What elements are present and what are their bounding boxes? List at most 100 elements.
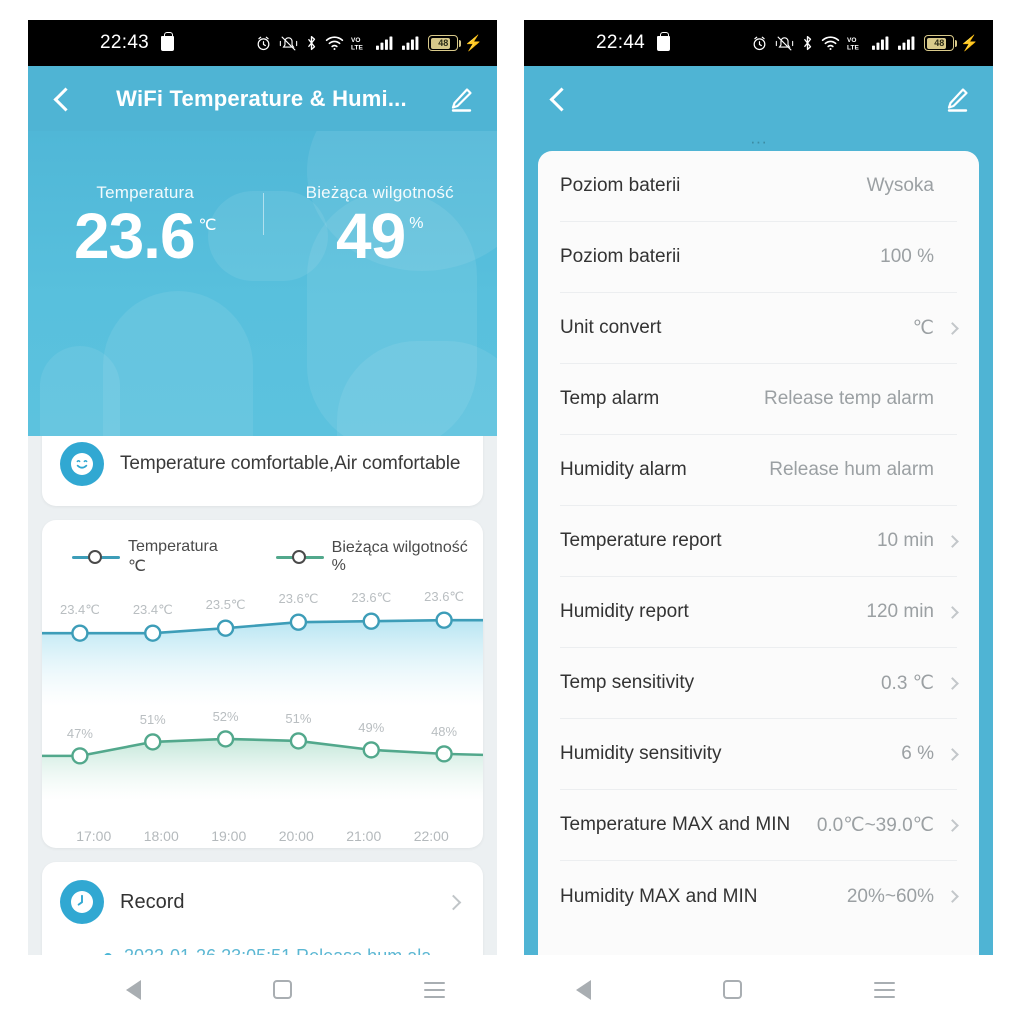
- setting-row-temperature-max-min[interactable]: Temperature MAX and MIN 0.0℃~39.0℃: [560, 790, 959, 861]
- battery-level-label: 48: [438, 37, 449, 48]
- chevron-right-icon[interactable]: [946, 605, 959, 619]
- battery-icon: 48: [428, 35, 462, 51]
- chevron-right-icon[interactable]: [946, 534, 959, 548]
- hero-readings-panel: Temperatura 23.6 ℃ Bieżąca wilgotność 49…: [28, 131, 497, 436]
- clock-icon: [60, 880, 104, 924]
- nav-menu-icon[interactable]: [423, 981, 445, 998]
- settings-scroll-body[interactable]: ··· Poziom baterii Wysoka Poziom baterii…: [524, 131, 993, 955]
- page-title: WiFi Temperature & Humi...: [116, 85, 407, 111]
- setting-row-humidity-report[interactable]: Humidity report 120 min: [560, 577, 959, 648]
- setting-row-humidity-alarm[interactable]: Humidity alarm Release hum alarm: [560, 435, 957, 506]
- x-tick-0: 17:00: [76, 828, 112, 844]
- setting-row-temp-sensitivity[interactable]: Temp sensitivity 0.3 ℃: [560, 648, 959, 719]
- setting-row-battery-state[interactable]: Poziom baterii Wysoka: [560, 151, 957, 222]
- readings-row: Temperatura 23.6 ℃ Bieżąca wilgotność 49…: [28, 131, 497, 436]
- left-phone-screen: 22:43 VO LTE 48 ⚡ WiFi Temperature & Hum…: [28, 20, 497, 955]
- chart-label-temp-4: 23.6℃: [351, 590, 391, 605]
- status-bar-icons: VO LTE 48 ⚡: [751, 34, 979, 52]
- list-item[interactable]: 2022-01-26 23:05:51 Release hum ala...: [60, 946, 465, 955]
- bag-icon: [161, 31, 175, 51]
- setting-row-battery-percent[interactable]: Poziom baterii 100 %: [560, 222, 957, 293]
- bluetooth-icon: [308, 35, 316, 51]
- right-phone-screen: 22:44 VO LTE 48 ⚡ ··· Poziom baterii Wys…: [524, 20, 993, 955]
- chevron-right-icon[interactable]: [946, 676, 959, 690]
- humidity-reading: Bieżąca wilgotność 49 %: [263, 183, 498, 268]
- smiley-face-icon: [60, 442, 104, 486]
- chart-label-temp-5: 23.6℃: [424, 589, 464, 604]
- vibrate-mute-icon: [776, 36, 794, 50]
- status-bar-clock: 22:43: [100, 32, 150, 53]
- chevron-left-icon[interactable]: [546, 86, 572, 112]
- setting-value: Wysoka: [866, 175, 934, 196]
- line-chart-plot: 23.4℃ 23.4℃ 23.5℃ 23.6℃ 23.6℃ 23.6℃ 47% …: [42, 589, 483, 801]
- setting-label: Temperature MAX and MIN: [560, 814, 791, 835]
- setting-label: Humidity alarm: [560, 459, 687, 480]
- app-header-right: [524, 66, 993, 131]
- chevron-right-icon[interactable]: [445, 894, 462, 910]
- svg-text:LTE: LTE: [847, 45, 859, 51]
- nav-back-icon[interactable]: [125, 979, 141, 1000]
- setting-value: 0.0℃~39.0℃: [816, 814, 934, 836]
- setting-row-temperature-report[interactable]: Temperature report 10 min: [560, 506, 959, 577]
- left-scroll-body[interactable]: Temperature comfortable,Air comfortable …: [28, 436, 497, 955]
- record-card[interactable]: Record 2022-01-26 23:05:51 Release hum a…: [42, 862, 483, 955]
- setting-value: ℃: [912, 317, 934, 339]
- x-tick-2: 19:00: [211, 828, 247, 844]
- record-entry-text: 2022-01-26 23:05:51 Release hum ala...: [124, 946, 446, 955]
- x-tick-4: 21:00: [346, 828, 382, 844]
- chart-label-hum-0: 47%: [67, 726, 93, 741]
- humidity-value: 49: [336, 200, 406, 272]
- status-bar-icons: VO LTE 48 ⚡: [255, 34, 483, 52]
- setting-row-temp-alarm[interactable]: Temp alarm Release temp alarm: [560, 364, 957, 435]
- charging-bolt-icon: ⚡: [960, 34, 979, 52]
- x-tick-5: 22:00: [413, 828, 449, 844]
- nav-group-left: [60, 979, 511, 1000]
- signal-2-icon: [898, 36, 915, 50]
- legend-label-temperature: Temperatura ℃: [127, 538, 218, 575]
- chart-label-temp-3: 23.6℃: [279, 591, 319, 606]
- chart-label-temp-2: 23.5℃: [206, 597, 246, 612]
- setting-label: Temperature report: [560, 530, 722, 551]
- nav-home-icon[interactable]: [272, 980, 292, 999]
- setting-row-humidity-max-min[interactable]: Humidity MAX and MIN 20%~60%: [560, 861, 959, 932]
- nav-group-right: [511, 979, 962, 1000]
- humidity-unit: %: [409, 215, 424, 232]
- setting-row-unit-convert[interactable]: Unit convert ℃: [560, 293, 959, 364]
- setting-label: Temp alarm: [560, 388, 660, 409]
- charging-bolt-icon: ⚡: [464, 34, 483, 52]
- bag-icon: [657, 31, 671, 51]
- setting-value: 100 %: [880, 246, 934, 267]
- nav-home-icon[interactable]: [723, 980, 743, 999]
- nav-menu-icon[interactable]: [874, 981, 896, 998]
- setting-row-humidity-sensitivity[interactable]: Humidity sensitivity 6 %: [560, 719, 959, 790]
- chevron-right-icon[interactable]: [946, 818, 959, 832]
- setting-label: Poziom baterii: [560, 175, 681, 196]
- chart-label-hum-3: 51%: [285, 711, 311, 726]
- chevron-right-icon[interactable]: [946, 321, 959, 335]
- chevron-left-icon[interactable]: [50, 86, 76, 112]
- comfort-status-text: Temperature comfortable,Air comfortable: [120, 453, 461, 474]
- legend-line-marker-icon: [275, 550, 324, 564]
- temperature-value: 23.6: [73, 200, 196, 272]
- setting-value: 120 min: [866, 601, 934, 622]
- nav-back-icon[interactable]: [576, 979, 592, 1000]
- chart-label-hum-1: 51%: [140, 712, 166, 727]
- setting-value: 10 min: [876, 530, 934, 551]
- chevron-right-icon[interactable]: [946, 890, 959, 903]
- screenshot-root: 22:43 VO LTE 48 ⚡ WiFi Temperature & Hum…: [0, 0, 1021, 1024]
- pencil-edit-icon[interactable]: [943, 85, 971, 113]
- setting-value: Release hum alarm: [769, 459, 934, 480]
- chart-legend: Temperatura ℃ Bieżąca wilgotność %: [42, 538, 483, 576]
- signal-1-icon: [376, 36, 393, 50]
- pencil-edit-icon[interactable]: [447, 85, 475, 113]
- setting-value: 20%~60%: [846, 885, 934, 907]
- android-nav-bar: [0, 955, 1021, 1024]
- comfort-status-card: Temperature comfortable,Air comfortable: [42, 436, 483, 506]
- app-header-left: WiFi Temperature & Humi...: [28, 66, 497, 131]
- signal-2-icon: [402, 36, 419, 50]
- vibrate-mute-icon: [280, 36, 298, 50]
- chevron-right-icon[interactable]: [946, 747, 959, 761]
- chart-label-hum-5: 48%: [431, 724, 457, 739]
- record-header[interactable]: Record: [60, 880, 465, 924]
- volte-icon: VO LTE: [847, 37, 859, 51]
